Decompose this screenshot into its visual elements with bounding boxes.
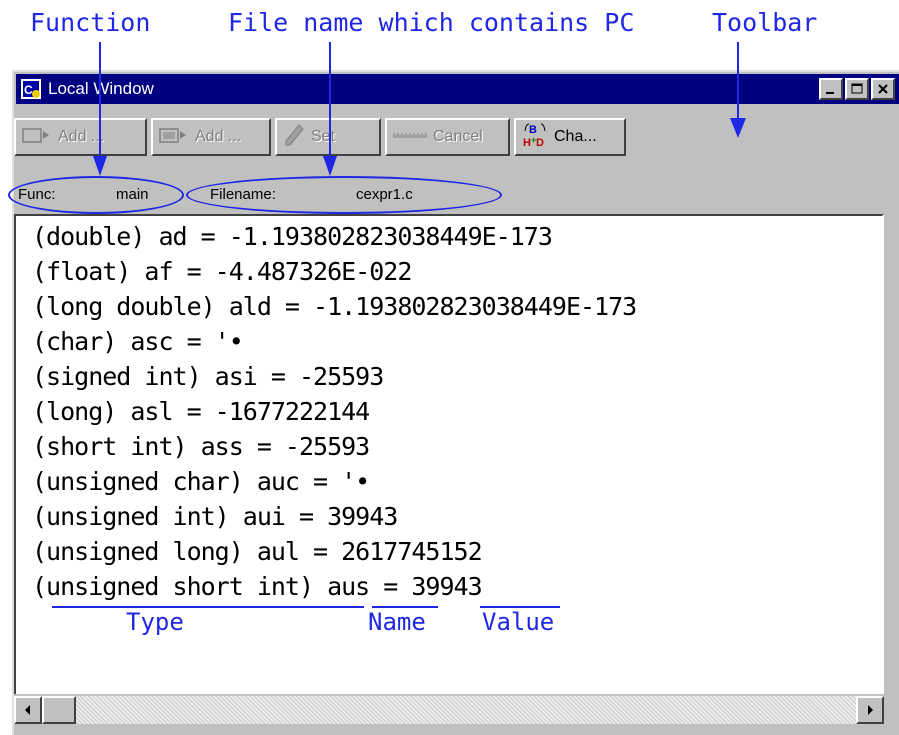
app-icon: C xyxy=(20,78,42,100)
variable-row[interactable]: (long double) ald = -1.193802823038449E-… xyxy=(32,292,637,321)
svg-text:H: H xyxy=(523,137,531,149)
change-radix-icon: B H D + xyxy=(522,121,548,154)
close-icon xyxy=(877,80,889,99)
svg-text:C: C xyxy=(24,83,33,97)
add-watch-button[interactable]: Add ... xyxy=(14,118,147,156)
horizontal-scrollbar[interactable] xyxy=(14,696,884,724)
svg-text:D: D xyxy=(536,137,544,149)
variable-list[interactable]: (double) ad = -1.193802823038449E-173 (f… xyxy=(14,214,884,694)
cancel-label: Cancel xyxy=(433,128,483,145)
add-watch-expression-button[interactable]: Add ... xyxy=(151,118,271,156)
callout-toolbar: Toolbar xyxy=(712,8,818,37)
variable-row[interactable]: (float) af = -4.487326E-022 xyxy=(32,257,412,286)
arrow-right-icon xyxy=(865,701,875,720)
function-highlight-ellipse xyxy=(8,176,184,214)
maximize-button[interactable] xyxy=(845,78,869,100)
variable-row[interactable]: (long) asl = -1677222144 xyxy=(32,397,370,426)
scroll-right-button[interactable] xyxy=(856,696,884,724)
pencil-icon xyxy=(283,123,305,152)
callout-function: Function xyxy=(30,8,151,37)
type-underline xyxy=(52,606,364,608)
variable-row[interactable]: (unsigned long) aul = 2617745152 xyxy=(32,537,483,566)
variable-row[interactable]: (unsigned int) aui = 39943 xyxy=(32,502,398,531)
window-title: Local Window xyxy=(48,79,154,98)
minimize-button[interactable] xyxy=(819,78,843,100)
arrow-left-icon xyxy=(23,701,33,720)
maximize-icon xyxy=(851,80,863,99)
minimize-icon xyxy=(825,80,837,99)
legend-name: Name xyxy=(368,608,426,636)
variable-row[interactable]: (char) asc = '• xyxy=(32,327,244,356)
variable-row[interactable]: (signed int) asi = -25593 xyxy=(32,362,384,391)
svg-text:+: + xyxy=(531,135,536,145)
legend-type: Type xyxy=(126,608,184,636)
variable-row[interactable]: (double) ad = -1.193802823038449E-173 xyxy=(32,222,553,251)
scrollbar-thumb[interactable] xyxy=(42,696,76,724)
title-bar[interactable]: C Local Window xyxy=(16,74,899,104)
toolbar: Add ... Add ... Set Cancel B H D + Cha..… xyxy=(14,118,626,156)
change-radix-button[interactable]: B H D + Cha... xyxy=(514,118,626,156)
add-watch-label: Add ... xyxy=(58,128,105,145)
filename-highlight-ellipse xyxy=(186,176,502,214)
cancel-icon xyxy=(393,128,427,146)
variable-row[interactable]: (unsigned short int) aus = 39943 xyxy=(32,572,483,601)
callout-filename: File name which contains PC xyxy=(228,8,635,37)
scroll-left-button[interactable] xyxy=(14,696,42,724)
close-button[interactable] xyxy=(871,78,895,100)
add-watch-icon xyxy=(22,126,52,149)
variable-row[interactable]: (short int) ass = -25593 xyxy=(32,432,370,461)
legend-value: Value xyxy=(482,608,555,636)
set-label: Set xyxy=(311,128,336,145)
set-button[interactable]: Set xyxy=(275,118,381,156)
cancel-button[interactable]: Cancel xyxy=(385,118,510,156)
add-watch-expression-label: Add ... xyxy=(195,128,242,145)
variable-row[interactable]: (unsigned char) auc = '• xyxy=(32,467,370,496)
change-radix-label: Cha... xyxy=(554,128,597,145)
add-watch-icon xyxy=(159,126,189,149)
